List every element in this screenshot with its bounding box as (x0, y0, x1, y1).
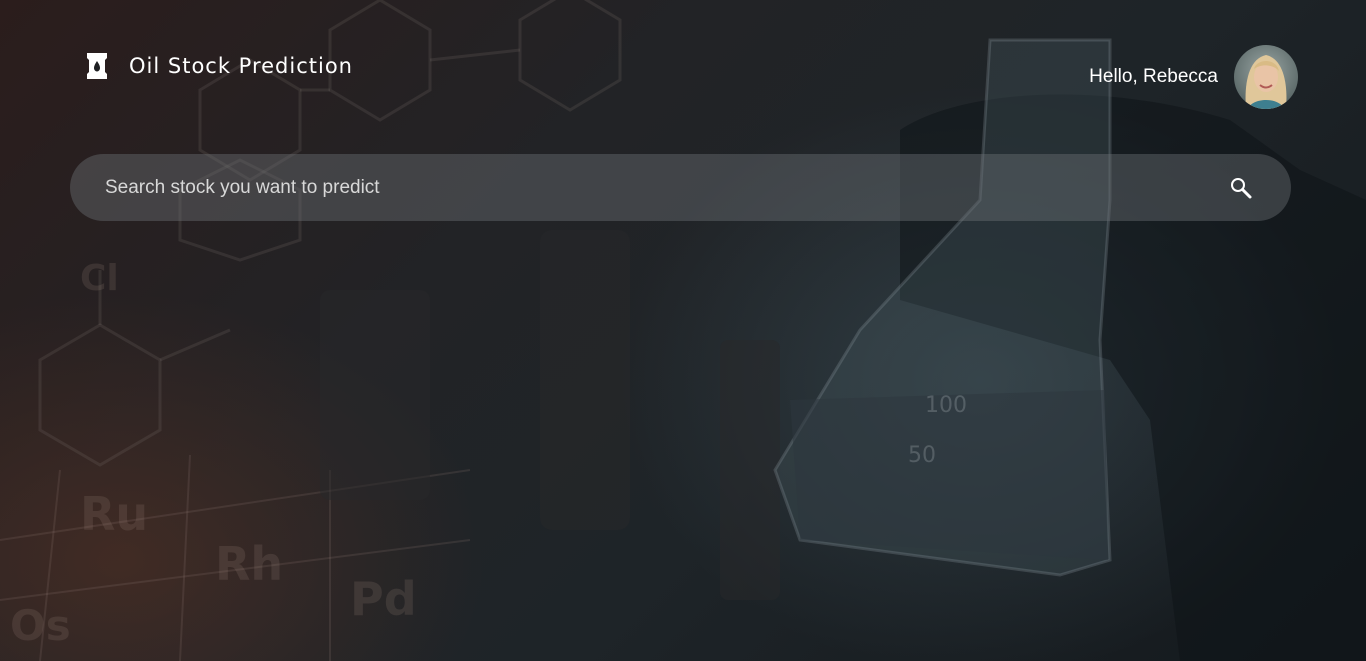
search-icon[interactable] (1229, 176, 1253, 200)
site-header: Oil Stock Prediction (84, 52, 353, 80)
svg-text:Os: Os (10, 601, 71, 650)
svg-text:100: 100 (925, 393, 967, 418)
search-input[interactable] (70, 153, 1229, 222)
svg-text:50: 50 (908, 443, 936, 468)
svg-text:Rh: Rh (215, 537, 283, 591)
svg-text:Ru: Ru (80, 487, 148, 541)
stock-search-bar (70, 153, 1291, 222)
page: Ru Rh Pd Os Cl 100 50 Oil Stock Predicti… (0, 0, 1366, 661)
user-greeting: Hello, Rebecca (1089, 66, 1218, 87)
user-avatar[interactable] (1234, 45, 1298, 109)
oil-barrel-icon[interactable] (84, 52, 110, 80)
svg-text:Pd: Pd (350, 572, 417, 626)
user-menu[interactable]: Hello, Rebecca (1089, 45, 1298, 109)
svg-text:Cl: Cl (80, 258, 119, 299)
brand-title[interactable]: Oil Stock Prediction (129, 54, 353, 78)
